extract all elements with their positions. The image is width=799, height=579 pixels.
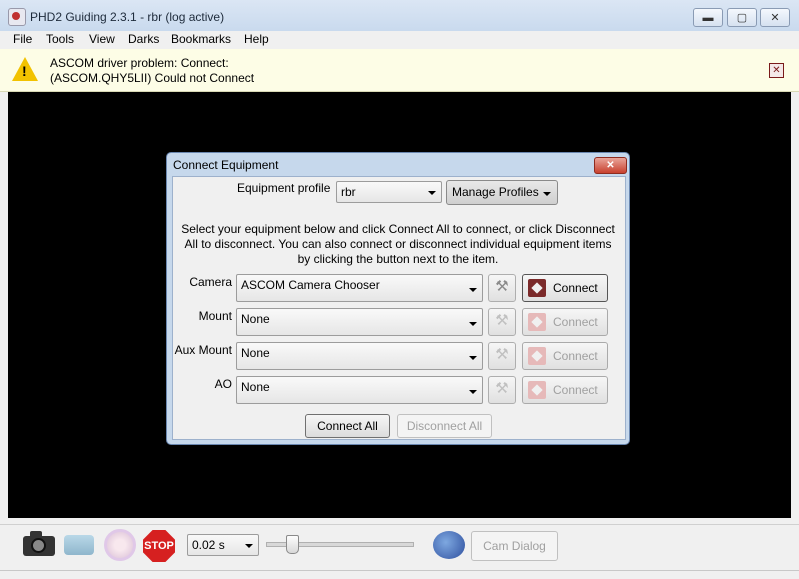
- chevron-down-icon: [245, 544, 253, 548]
- cam-dialog-button[interactable]: Cam Dialog: [471, 531, 558, 561]
- menu-bar: [0, 31, 799, 49]
- aux-mount-connect-button[interactable]: Connect: [522, 342, 608, 370]
- disconnect-all-button[interactable]: Disconnect All: [397, 414, 492, 438]
- ao-setup-button[interactable]: ⚒: [488, 376, 516, 404]
- profile-select-value: rbr: [341, 185, 356, 199]
- chevron-down-icon: [469, 288, 477, 292]
- guide-icon[interactable]: [104, 529, 136, 561]
- profile-label: Equipment profile: [237, 181, 331, 195]
- camera-select-value: ASCOM Camera Chooser: [241, 278, 380, 292]
- plug-icon: [528, 279, 546, 297]
- mount-connect-button[interactable]: Connect: [522, 308, 608, 336]
- menu-tools[interactable]: Tools: [46, 32, 74, 46]
- menu-help[interactable]: Help: [244, 32, 269, 46]
- plug-icon: [528, 347, 546, 365]
- ao-select-value: None: [241, 380, 270, 394]
- minimize-button[interactable]: ▬: [693, 8, 723, 27]
- camera-setup-button[interactable]: ⚒: [488, 274, 516, 302]
- wrench-icon: ⚒: [495, 312, 509, 329]
- menu-file[interactable]: File: [13, 32, 32, 46]
- aux-mount-select-value: None: [241, 346, 270, 360]
- chevron-down-icon: [543, 192, 551, 196]
- wrench-icon: ⚒: [495, 346, 509, 363]
- info-message-line2: (ASCOM.QHY5LII) Could not Connect: [50, 71, 255, 85]
- ao-connect-label: Connect: [553, 383, 598, 397]
- exposure-select-value: 0.02 s: [192, 538, 225, 552]
- manage-profiles-label: Manage Profiles: [452, 185, 539, 199]
- maximize-button[interactable]: ▢: [727, 8, 757, 27]
- gamma-slider-thumb[interactable]: [286, 535, 300, 554]
- menu-bookmarks[interactable]: Bookmarks: [171, 32, 231, 46]
- phd2-app-icon[interactable]: [8, 8, 26, 26]
- connect-all-button[interactable]: Connect All: [305, 414, 390, 438]
- wrench-icon: ⚒: [495, 380, 509, 397]
- chevron-down-icon: [469, 390, 477, 394]
- instructions-line2: All to disconnect. You can also connect …: [184, 237, 612, 251]
- mount-select-value: None: [241, 312, 270, 326]
- manage-profiles-button[interactable]: Manage Profiles: [446, 180, 558, 205]
- camera-icon-lens: [31, 538, 46, 553]
- mount-connect-label: Connect: [553, 315, 598, 329]
- aux-mount-label: Aux Mount: [174, 343, 232, 357]
- camera-connect-label: Connect: [553, 281, 598, 295]
- camera-label: Camera: [189, 275, 232, 289]
- aux-mount-setup-button[interactable]: ⚒: [488, 342, 516, 370]
- camera-select[interactable]: ASCOM Camera Chooser: [236, 274, 483, 302]
- ao-label: AO: [214, 377, 232, 391]
- plug-icon: [528, 381, 546, 399]
- warning-icon-mark: !: [22, 63, 27, 79]
- loop-icon[interactable]: [64, 535, 94, 555]
- wrench-icon: ⚒: [495, 278, 509, 295]
- exposure-select[interactable]: 0.02 s: [187, 534, 259, 556]
- aux-mount-connect-label: Connect: [553, 349, 598, 363]
- aux-mount-select[interactable]: None: [236, 342, 483, 370]
- dialog-title: Connect Equipment: [173, 158, 279, 172]
- instructions-line1: Select your equipment below and click Co…: [181, 222, 615, 236]
- ao-connect-button[interactable]: Connect: [522, 376, 608, 404]
- profile-select[interactable]: rbr: [336, 181, 442, 203]
- chevron-down-icon: [428, 191, 436, 195]
- mount-setup-button[interactable]: ⚒: [488, 308, 516, 336]
- info-close-icon[interactable]: ✕: [769, 63, 784, 78]
- menu-darks[interactable]: Darks: [128, 32, 159, 46]
- camera-connect-button[interactable]: Connect: [522, 274, 608, 302]
- plug-icon: [528, 313, 546, 331]
- brain-icon[interactable]: [433, 531, 465, 559]
- menu-view[interactable]: View: [89, 32, 115, 46]
- ao-select[interactable]: None: [236, 376, 483, 404]
- info-message-line1: ASCOM driver problem: Connect:: [50, 56, 229, 70]
- close-button[interactable]: ✕: [760, 8, 790, 27]
- window-title: PHD2 Guiding 2.3.1 - rbr (log active): [30, 10, 225, 24]
- chevron-down-icon: [469, 356, 477, 360]
- chevron-down-icon: [469, 322, 477, 326]
- mount-label: Mount: [198, 309, 232, 323]
- mount-select[interactable]: None: [236, 308, 483, 336]
- dialog-close-button[interactable]: ✕: [594, 157, 627, 174]
- instructions-line3: by clicking the button next to the item.: [297, 252, 499, 266]
